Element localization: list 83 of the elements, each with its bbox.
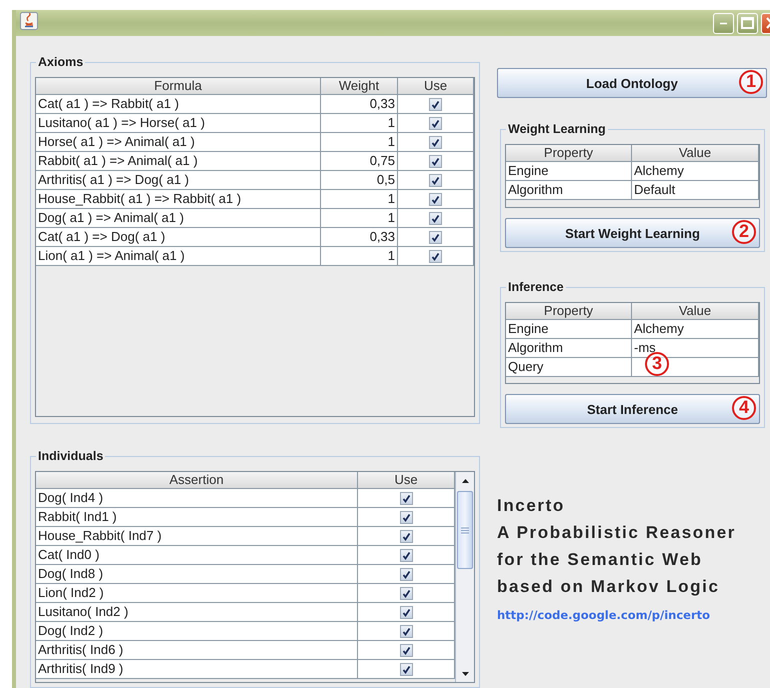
table-cell: Default <box>632 181 759 199</box>
column-header[interactable]: Use <box>398 78 474 94</box>
table-cell: Engine <box>506 320 632 338</box>
checkbox[interactable] <box>400 530 412 542</box>
column-header[interactable]: Value <box>632 303 759 319</box>
group-title: Weight Learning <box>506 122 608 137</box>
tagline-text: for the Semantic Web <box>497 549 704 571</box>
table-cell: Alchemy <box>632 162 759 180</box>
checkbox[interactable] <box>429 136 442 148</box>
table-cell: Arthritis( Ind6 ) <box>36 641 358 659</box>
table-cell: Arthritis( Ind9 ) <box>36 660 358 678</box>
callout-number: 3 <box>645 352 669 376</box>
table-cell: Lion( a1 ) => Animal( a1 ) <box>36 247 321 265</box>
column-header[interactable]: Property <box>506 145 632 161</box>
checkbox[interactable] <box>429 116 442 130</box>
table-cell: Lion( Ind2 ) <box>36 584 358 602</box>
table-cell: Cat( a1 ) => Dog( a1 ) <box>36 228 321 246</box>
table-cell: Cat( Ind0 ) <box>36 546 358 564</box>
checkbox[interactable] <box>429 174 442 186</box>
table-cell: Query <box>506 358 632 376</box>
checkbox[interactable] <box>429 250 442 262</box>
coffee-cup-icon <box>20 12 38 30</box>
scrollbar[interactable] <box>455 472 474 682</box>
tagline-text: based on Markov Logic <box>497 576 721 598</box>
table-cell: House_Rabbit( Ind7 ) <box>36 527 358 545</box>
checkbox[interactable] <box>400 492 412 504</box>
table-cell: Rabbit( a1 ) => Animal( a1 ) <box>36 152 321 170</box>
table-cell: Algorithm <box>506 181 632 199</box>
app-title: Incerto <box>497 495 566 517</box>
table-cell: Dog( Ind2 ) <box>36 622 358 640</box>
checkbox[interactable] <box>400 644 412 656</box>
checkbox[interactable] <box>400 568 412 580</box>
maximize-button[interactable] <box>737 12 758 34</box>
table-cell: Lusitano( Ind2 ) <box>36 603 358 621</box>
table-cell: Engine <box>506 162 632 180</box>
table-cell: Rabbit( Ind1 ) <box>36 508 358 526</box>
table-cell: Algorithm <box>506 339 632 357</box>
table-cell: 1 <box>321 114 398 132</box>
table-cell: 0,33 <box>321 95 398 113</box>
callout-number: 1 <box>739 70 763 94</box>
column-header[interactable]: Property <box>506 303 632 319</box>
table-cell: Dog( Ind8 ) <box>36 565 358 583</box>
table-cell: House_Rabbit( a1 ) => Rabbit( a1 ) <box>36 190 321 208</box>
table-cell: 1 <box>321 190 398 208</box>
checkbox[interactable] <box>429 154 442 168</box>
table-cell: 1 <box>321 133 398 151</box>
checkbox[interactable] <box>400 624 412 638</box>
column-header[interactable]: Weight <box>321 78 398 94</box>
checkbox[interactable] <box>400 586 412 600</box>
table-cell: Dog( Ind4 ) <box>36 489 358 507</box>
checkbox[interactable] <box>400 510 412 524</box>
column-header[interactable]: Value <box>632 145 759 161</box>
tagline-text: A Probabilistic Reasoner <box>497 522 737 544</box>
table-cell: 1 <box>321 247 398 265</box>
table-cell: Horse( a1 ) => Animal( a1 ) <box>36 133 321 151</box>
project-link[interactable]: http://code.google.com/p/incerto <box>497 608 710 622</box>
scroll-down-icon[interactable] <box>460 670 470 676</box>
checkbox[interactable] <box>429 230 442 244</box>
checkbox[interactable] <box>429 212 442 224</box>
table-cell: -ms <box>632 339 759 357</box>
table-cell: 0,5 <box>321 171 398 189</box>
column-header[interactable]: Assertion <box>36 472 358 488</box>
checkbox[interactable] <box>429 98 442 110</box>
table-cell: Arthritis( a1 ) => Dog( a1 ) <box>36 171 321 189</box>
maximize-icon <box>741 17 754 29</box>
column-header[interactable]: Formula <box>36 78 321 94</box>
scroll-up-icon[interactable] <box>460 478 470 484</box>
minimize-button[interactable] <box>713 12 734 34</box>
table-cell: Alchemy <box>632 320 759 338</box>
table-cell: 0,75 <box>321 152 398 170</box>
grip-icon <box>461 526 469 534</box>
checkbox[interactable] <box>400 662 412 676</box>
table-cell: Dog( a1 ) => Animal( a1 ) <box>36 209 321 227</box>
table-cell: 1 <box>321 209 398 227</box>
table-cell: 0,33 <box>321 228 398 246</box>
table-cell: Cat( a1 ) => Rabbit( a1 ) <box>36 95 321 113</box>
table-cell: Lusitano( a1 ) => Horse( a1 ) <box>36 114 321 132</box>
callout-number: 2 <box>732 220 756 244</box>
checkbox[interactable] <box>400 548 412 562</box>
minimize-icon <box>720 22 727 24</box>
checkbox[interactable] <box>429 192 442 206</box>
checkbox[interactable] <box>400 606 412 618</box>
callout-number: 4 <box>732 396 756 420</box>
